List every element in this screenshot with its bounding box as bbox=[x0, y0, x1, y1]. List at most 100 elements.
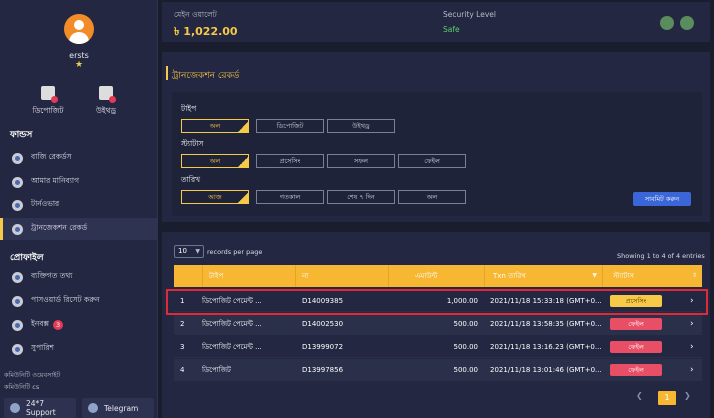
status-badge: ফেইল bbox=[610, 318, 662, 330]
sidebar-item-bet-records[interactable]: বাজি রেকর্ডস bbox=[0, 147, 158, 169]
records-per-page-select[interactable]: 10 ▼ bbox=[174, 245, 204, 258]
table-row[interactable]: 3 ডিপোজিট পেমেন্ট ... D13999072 500.00 2021/… bbox=[174, 336, 702, 358]
sidebar: ersts ★ ডিপোজিট উইথড্র ফান্ডস বাজি রেকর্… bbox=[0, 0, 158, 418]
date-option-all[interactable]: অল bbox=[398, 190, 466, 204]
phone-verify-icon[interactable] bbox=[680, 16, 694, 30]
chevron-right-icon[interactable]: › bbox=[690, 359, 694, 381]
telegram-button[interactable]: Telegram bbox=[82, 398, 154, 418]
per-page-value: 10 bbox=[178, 247, 187, 255]
avatar[interactable] bbox=[64, 14, 94, 44]
sidebar-item-label: টার্নওভার bbox=[31, 199, 60, 208]
row-ref: D14002530 bbox=[302, 320, 344, 328]
header-txn-date[interactable]: Txn তারিখ ▼ bbox=[484, 265, 602, 287]
sidebar-item-turnover[interactable]: টার্নওভার bbox=[0, 194, 158, 216]
status-option-failed[interactable]: ফেইল bbox=[398, 154, 466, 168]
row-number: 4 bbox=[180, 366, 185, 374]
header-type-label: টাইপ bbox=[209, 272, 224, 280]
chevron-right-icon[interactable]: › bbox=[690, 336, 694, 358]
type-option-deposit[interactable]: ডিপোজিট bbox=[256, 119, 324, 133]
row-ref: D13997856 bbox=[302, 366, 344, 374]
header-type[interactable]: টাইপ bbox=[202, 265, 295, 287]
inbox-count-badge: 3 bbox=[53, 320, 64, 330]
panel-title: ট্রানজেকশন রেকর্ড bbox=[165, 66, 239, 83]
main-wallet-label: মেইন ওয়ালেট bbox=[174, 10, 217, 19]
row-number: 3 bbox=[180, 343, 185, 351]
submit-button[interactable]: সাবমিট করুন bbox=[633, 192, 691, 206]
sidebar-item-label: আমার মানিব্যাগ bbox=[31, 176, 79, 185]
type-option-all[interactable]: অল bbox=[181, 119, 249, 133]
inbox-icon bbox=[12, 319, 23, 331]
withdraw-label: উইথড্র bbox=[95, 106, 117, 115]
status-badge: ফেইল bbox=[610, 341, 662, 353]
date-filter-label: তারিখ bbox=[181, 175, 200, 184]
community-website-link[interactable]: কমিউনিটি ওয়েবসাইট bbox=[4, 370, 60, 381]
support-label: 24*7 Support bbox=[26, 399, 56, 417]
sidebar-item-label: সুপারিশ bbox=[31, 343, 54, 352]
sidebar-item-referral[interactable]: সুপারিশ bbox=[0, 338, 158, 360]
status-option-all[interactable]: অল bbox=[181, 154, 249, 168]
sidebar-item-label: বাজি রেকর্ডস bbox=[31, 152, 72, 161]
security-level-value: Safe bbox=[443, 25, 460, 34]
per-page-label: records per page bbox=[207, 248, 263, 256]
type-option-withdraw[interactable]: উইথড্র bbox=[327, 119, 395, 133]
status-option-success[interactable]: সফল bbox=[327, 154, 395, 168]
chevron-right-icon[interactable]: › bbox=[690, 313, 694, 335]
referral-icon bbox=[12, 343, 23, 355]
sidebar-item-personal-info[interactable]: ব্যক্তিগত তথ্য bbox=[0, 266, 158, 288]
status-option-processing[interactable]: প্রসেসিং bbox=[256, 154, 324, 168]
date-option-today[interactable]: আজ bbox=[181, 190, 249, 204]
row-date: 2021/11/18 13:16.23 (GMT+0... bbox=[490, 343, 602, 351]
row-date: 2021/11/18 13:01:46 (GMT+0... bbox=[490, 366, 602, 374]
sidebar-item-label: ব্যক্তিগত তথ্য bbox=[31, 271, 73, 280]
header-amount[interactable]: এমাউন্ট bbox=[388, 265, 484, 287]
vip-star-icon: ★ bbox=[74, 60, 84, 70]
funds-section-title: ফান্ডস bbox=[10, 130, 33, 140]
sidebar-item-inbox[interactable]: ইনবক্স 3 bbox=[0, 314, 158, 336]
deposit-button[interactable]: ডিপোজিট bbox=[28, 86, 68, 118]
sort-desc-icon: ▼ bbox=[592, 272, 597, 279]
table-row[interactable]: 2 ডিপোজিট পেমেন্ট ... D14002530 500.00 2021/… bbox=[174, 313, 702, 335]
header-ref-label: না bbox=[302, 272, 309, 280]
row-ref: D13999072 bbox=[302, 343, 344, 351]
date-option-last-7-days[interactable]: শেষ ৭ দিন bbox=[327, 190, 395, 204]
status-filter-label: স্ট্যাটাস bbox=[181, 139, 204, 148]
security-level-label: Security Level bbox=[443, 10, 496, 19]
email-verify-icon[interactable] bbox=[660, 16, 674, 30]
header-ref[interactable]: না bbox=[295, 265, 388, 287]
community-cs-link[interactable]: কমিউনিটি cs bbox=[4, 382, 39, 393]
main-wallet-balance: ৳ 1,022.00 bbox=[174, 25, 238, 38]
sidebar-item-wallet[interactable]: আমার মানিব্যাগ bbox=[0, 171, 158, 193]
sidebar-item-password-reset[interactable]: পাসওয়ার্ড রিসেট করুন bbox=[0, 290, 158, 312]
pager-current-page[interactable]: 1 bbox=[658, 391, 676, 405]
transaction-records-icon bbox=[12, 223, 23, 235]
withdraw-icon bbox=[99, 86, 116, 103]
sidebar-item-transaction-records[interactable]: ট্রানজেকশন রেকর্ড bbox=[0, 218, 158, 240]
pager-prev-icon[interactable]: ❮ bbox=[636, 391, 643, 405]
password-reset-icon bbox=[12, 295, 23, 307]
sidebar-item-label: পাসওয়ার্ড রিসেট করুন bbox=[31, 295, 100, 304]
turnover-icon bbox=[12, 199, 23, 211]
pager-next-icon[interactable]: ❯ bbox=[684, 391, 691, 405]
row-amount: 500.00 bbox=[453, 320, 479, 328]
support-icon bbox=[10, 403, 20, 413]
status-badge: ফেইল bbox=[610, 364, 662, 376]
type-filter-label: টাইপ bbox=[181, 104, 197, 113]
table-header: টাইপ না এমাউন্ট Txn তারিখ ▼ স্ট্যাটাস ⇕ bbox=[174, 265, 702, 287]
entries-summary: Showing 1 to 4 of 4 entries bbox=[617, 252, 705, 260]
row-amount: 500.00 bbox=[453, 343, 479, 351]
date-option-yesterday[interactable]: গতকাল bbox=[256, 190, 324, 204]
support-button[interactable]: 24*7 Support bbox=[4, 398, 76, 418]
row-amount: 500.00 bbox=[453, 366, 479, 374]
withdraw-button[interactable]: উইথড্র bbox=[86, 86, 126, 118]
row-number: 2 bbox=[180, 320, 185, 328]
profile-card: ersts ★ ডিপোজিট উইথড্র bbox=[0, 0, 158, 120]
sidebar-item-label: ট্রানজেকশন রেকর্ড bbox=[31, 223, 88, 232]
header-amount-label: এমাউন্ট bbox=[415, 272, 438, 280]
profile-section-title: প্রোফাইল bbox=[10, 253, 44, 263]
row-type: ডিপোজিট পেমেন্ট ... bbox=[202, 320, 262, 328]
table-row[interactable]: 4 ডিপোজিট D13997856 500.00 2021/11/18 13:01:… bbox=[174, 359, 702, 381]
telegram-icon bbox=[88, 403, 98, 413]
deposit-icon bbox=[41, 86, 58, 103]
header-status-label: স্ট্যাটাস bbox=[613, 272, 634, 280]
header-status[interactable]: স্ট্যাটাস ⇕ bbox=[602, 265, 702, 287]
